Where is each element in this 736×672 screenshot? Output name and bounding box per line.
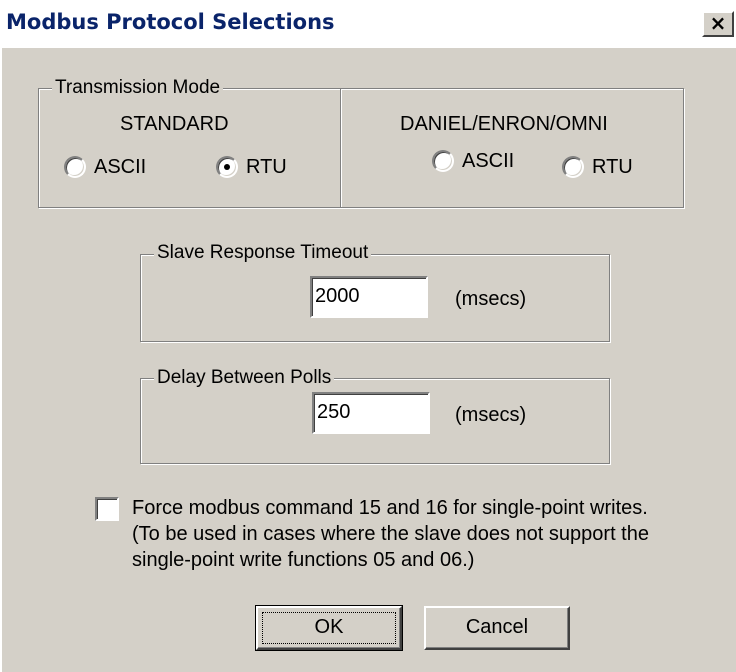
daniel-ascii-label[interactable]: ASCII — [462, 149, 514, 173]
close-icon: × — [709, 11, 727, 35]
close-button[interactable]: × — [702, 11, 734, 37]
force-command-note-line3: single-point write functions 05 and 06.) — [132, 549, 475, 571]
title-bar: Modbus Protocol Selections × — [0, 0, 736, 48]
transmission-mode-label: Transmission Mode — [52, 77, 224, 99]
standard-rtu-label[interactable]: RTU — [246, 155, 287, 179]
slave-response-timeout-unit: (msecs) — [455, 288, 527, 310]
daniel-rtu-label[interactable]: RTU — [592, 155, 633, 179]
force-command-note-line2: (To be used in cases where the slave doe… — [132, 523, 649, 545]
standard-heading: STANDARD — [120, 113, 229, 135]
ok-button[interactable]: OK — [255, 605, 403, 651]
delay-between-polls-unit: (msecs) — [455, 404, 527, 426]
window-title: Modbus Protocol Selections — [6, 10, 335, 34]
daniel-ascii-radio[interactable] — [432, 150, 454, 172]
standard-ascii-label[interactable]: ASCII — [94, 155, 146, 179]
cancel-button-label: Cancel — [465, 616, 529, 638]
force-command-checkbox[interactable] — [95, 497, 119, 521]
delay-between-polls-input[interactable]: 250 — [312, 392, 430, 434]
window-left-border — [0, 48, 2, 672]
standard-rtu-radio[interactable] — [216, 156, 238, 178]
standard-ascii-radio[interactable] — [64, 156, 86, 178]
slave-response-timeout-label: Slave Response Timeout — [154, 242, 372, 264]
radio-selected-dot — [224, 164, 230, 170]
delay-between-polls-label: Delay Between Polls — [154, 367, 335, 389]
transmission-mode-divider — [340, 89, 341, 207]
transmission-mode-group — [38, 88, 684, 208]
slave-response-timeout-input[interactable]: 2000 — [310, 276, 428, 318]
cancel-button[interactable]: Cancel — [424, 606, 570, 650]
daniel-enron-omni-heading: DANIEL/ENRON/OMNI — [400, 113, 608, 135]
focus-rectangle — [262, 612, 396, 644]
daniel-rtu-radio[interactable] — [562, 156, 584, 178]
force-command-label[interactable]: Force modbus command 15 and 16 for singl… — [132, 497, 648, 520]
